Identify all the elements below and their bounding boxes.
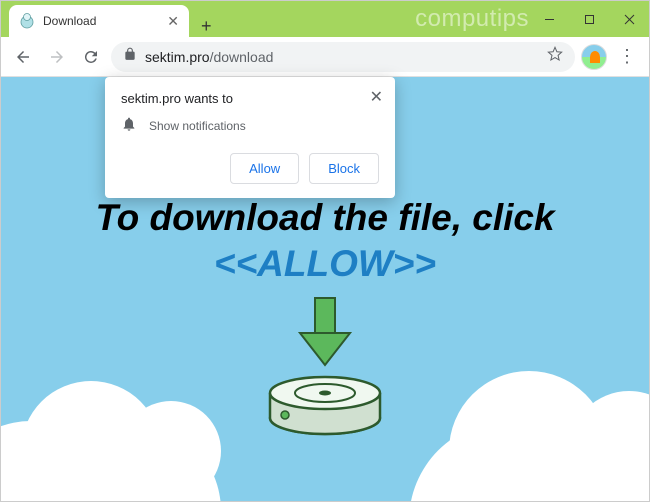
titlebar: computips Download ✕ +: [1, 1, 649, 37]
permission-row: Show notifications: [121, 116, 379, 135]
menu-button[interactable]: ⋮: [613, 46, 641, 67]
headline-line1: To download the file, click: [1, 197, 649, 239]
new-tab-button[interactable]: +: [201, 16, 212, 37]
close-icon[interactable]: ✕: [167, 13, 179, 30]
notification-permission-popup: ✕ sektim.pro wants to Show notifications…: [105, 77, 395, 198]
popup-actions: Allow Block: [121, 153, 379, 184]
allow-button[interactable]: Allow: [230, 153, 299, 184]
browser-window: computips Download ✕ +: [0, 0, 650, 502]
permission-label: Show notifications: [149, 119, 246, 133]
block-button[interactable]: Block: [309, 153, 379, 184]
address-bar[interactable]: sektim.pro/download: [111, 42, 575, 72]
bell-icon: [121, 116, 137, 135]
watermark: computips: [415, 5, 529, 33]
reload-button[interactable]: [77, 43, 105, 71]
download-illustration: [1, 293, 649, 448]
favicon-icon: [19, 13, 35, 29]
browser-tab[interactable]: Download ✕: [9, 5, 189, 37]
main-message: To download the file, click <<ALLOW>>: [1, 197, 649, 285]
minimize-button[interactable]: [529, 1, 569, 37]
close-button[interactable]: [609, 1, 649, 37]
back-button[interactable]: [9, 43, 37, 71]
window-controls: [529, 1, 649, 37]
popup-close-icon[interactable]: ✕: [370, 87, 383, 107]
hard-drive-icon: [270, 377, 380, 434]
toolbar: sektim.pro/download ⋮: [1, 37, 649, 77]
maximize-button[interactable]: [569, 1, 609, 37]
forward-button[interactable]: [43, 43, 71, 71]
star-icon[interactable]: [547, 46, 563, 67]
url-text: sektim.pro/download: [145, 49, 273, 65]
arrow-down-icon: [300, 298, 350, 365]
headline-line2: <<ALLOW>>: [1, 243, 649, 285]
profile-avatar[interactable]: [581, 44, 607, 70]
lock-icon: [123, 47, 137, 66]
tab-title: Download: [43, 14, 159, 28]
popup-title: sektim.pro wants to: [121, 91, 379, 106]
